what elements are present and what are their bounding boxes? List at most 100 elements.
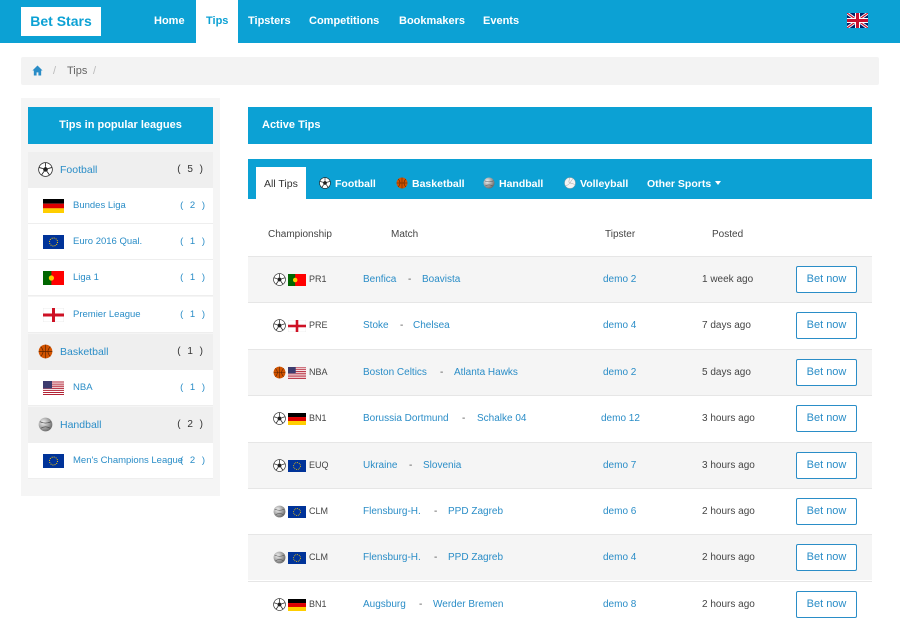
- brand-logo[interactable]: Bet Stars: [21, 7, 101, 36]
- home-team-link[interactable]: Boston Celtics: [363, 350, 427, 395]
- football-icon: [273, 412, 286, 425]
- home-icon[interactable]: [32, 65, 43, 76]
- usa-flag-icon: [43, 381, 64, 395]
- sidebar-league-label: Liga 1: [73, 272, 99, 283]
- tipster-link[interactable]: demo 4: [603, 535, 636, 580]
- nav-events[interactable]: Events: [473, 0, 529, 43]
- tab-basketball[interactable]: Basketball: [388, 167, 473, 199]
- breadcrumb-separator: /: [53, 65, 57, 77]
- tab-volleyball[interactable]: Volleyball: [556, 167, 636, 199]
- breadcrumb-separator: /: [93, 65, 97, 77]
- sidebar-league-label: Euro 2016 Qual.: [73, 236, 143, 247]
- bet-now-button[interactable]: Bet now: [796, 312, 857, 340]
- sidebar-league-premier-league[interactable]: Premier League ( 1 ): [28, 297, 213, 333]
- away-team-link[interactable]: PPD Zagreb: [448, 489, 503, 534]
- championship-code: EUQ: [309, 459, 329, 470]
- bet-now-button[interactable]: Bet now: [796, 498, 857, 525]
- basketball-icon: [273, 366, 286, 379]
- table-row: BN1 Augsburg - Werder Bremen demo 8 2 hours a…: [248, 580, 872, 620]
- england-flag-icon: [43, 308, 64, 322]
- tab-label: Other Sports: [647, 178, 712, 190]
- away-team-link[interactable]: Atlanta Hawks: [454, 350, 518, 395]
- home-team-link[interactable]: Borussia Dortmund: [363, 396, 449, 441]
- home-team-link[interactable]: Ukraine: [363, 443, 397, 488]
- nav-tipsters[interactable]: Tipsters: [238, 0, 301, 43]
- tab-label: All Tips: [264, 178, 298, 190]
- tipster-link[interactable]: demo 2: [603, 350, 636, 395]
- football-icon: [38, 162, 53, 177]
- posted-time: 1 week ago: [702, 274, 754, 285]
- sidebar-league-count: ( 1 ): [180, 236, 207, 247]
- column-header: Tipster: [605, 229, 636, 240]
- sidebar-sport-football[interactable]: Football ( 5 ): [28, 152, 213, 188]
- away-team-link[interactable]: Schalke 04: [477, 396, 526, 441]
- handball-icon: [38, 417, 53, 432]
- tab-handball[interactable]: Handball: [475, 167, 551, 199]
- home-team-link[interactable]: Flensburg-H.: [363, 535, 421, 580]
- tab-label: Volleyball: [580, 178, 629, 190]
- sidebar-league-nba[interactable]: NBA ( 1 ): [28, 370, 213, 406]
- away-team-link[interactable]: PPD Zagreb: [448, 535, 503, 580]
- away-team-link[interactable]: Boavista: [422, 257, 460, 302]
- away-team-link[interactable]: Slovenia: [423, 443, 461, 488]
- sidebar-league-label: Men's Champions League: [73, 455, 184, 466]
- bet-now-button[interactable]: Bet now: [796, 544, 857, 572]
- posted-time: 2 hours ago: [702, 506, 755, 517]
- portugal-flag-icon: [288, 274, 306, 286]
- championship-code: PRE: [309, 320, 328, 331]
- bet-now-button[interactable]: Bet now: [796, 590, 857, 618]
- football-icon: [273, 273, 286, 286]
- nav-tips[interactable]: Tips: [196, 0, 239, 43]
- tab-football[interactable]: Football: [311, 167, 384, 199]
- uk-flag-icon[interactable]: [847, 13, 868, 28]
- sidebar-league-bundesliga[interactable]: Bundes Liga ( 2 ): [28, 188, 213, 224]
- tipster-link[interactable]: demo 8: [603, 582, 636, 620]
- tipster-link[interactable]: demo 7: [603, 443, 636, 488]
- caret-down-icon: [715, 181, 722, 185]
- sidebar-league-euro2016[interactable]: Euro 2016 Qual. ( 1 ): [28, 224, 213, 260]
- column-header: Posted: [712, 229, 744, 240]
- sidebar-league-mens-champions-league[interactable]: Men's Champions League ( 2 ): [28, 443, 213, 479]
- match-separator: -: [400, 320, 404, 332]
- sidebar-sport-handball[interactable]: Handball ( 2 ): [28, 407, 213, 443]
- column-header: Match: [391, 229, 419, 240]
- posted-time: 5 days ago: [702, 366, 751, 378]
- sidebar-sport-basketball[interactable]: Basketball ( 1 ): [28, 334, 213, 370]
- football-icon: [273, 598, 286, 611]
- sidebar-sport-label: Basketball: [60, 346, 109, 358]
- germany-flag-icon: [288, 413, 306, 426]
- away-team-link[interactable]: Chelsea: [413, 303, 450, 348]
- tipster-link[interactable]: demo 2: [603, 257, 636, 302]
- tab-all-tips[interactable]: All Tips: [256, 167, 306, 199]
- tab-label: Handball: [499, 178, 544, 190]
- bet-now-button[interactable]: Bet now: [796, 405, 857, 433]
- sidebar-sport-count: ( 2 ): [177, 419, 205, 430]
- home-team-link[interactable]: Augsburg: [363, 582, 406, 620]
- tab-other-sports[interactable]: Other Sports: [639, 167, 729, 199]
- home-team-link[interactable]: Benfica: [363, 257, 396, 302]
- nav-competitions[interactable]: Competitions: [299, 0, 389, 43]
- nav-bookmakers[interactable]: Bookmakers: [389, 0, 475, 43]
- sidebar-league-label: Premier League: [73, 309, 141, 320]
- football-icon: [273, 319, 286, 333]
- handball-icon: [483, 177, 495, 189]
- basketball-icon: [396, 177, 408, 189]
- away-team-link[interactable]: Werder Bremen: [433, 582, 503, 620]
- sidebar-title: Tips in popular leagues: [28, 107, 213, 144]
- tipster-link[interactable]: demo 4: [603, 303, 636, 348]
- posted-time: 2 hours ago: [702, 598, 755, 610]
- bet-now-button[interactable]: Bet now: [796, 266, 857, 293]
- tipster-link[interactable]: demo 12: [601, 396, 640, 441]
- sidebar-sport-count: ( 5 ): [177, 164, 205, 175]
- sidebar-league-liga1[interactable]: Liga 1 ( 1 ): [28, 260, 213, 296]
- breadcrumb: / Tips /: [21, 57, 879, 85]
- column-header: Championship: [268, 229, 332, 240]
- bet-now-button[interactable]: Bet now: [796, 451, 857, 479]
- home-team-link[interactable]: Stoke: [363, 303, 389, 348]
- tipster-link[interactable]: demo 6: [603, 489, 636, 534]
- home-team-link[interactable]: Flensburg-H.: [363, 489, 421, 534]
- sidebar-sport-count: ( 1 ): [177, 346, 205, 357]
- nav-home[interactable]: Home: [144, 0, 195, 43]
- basketball-icon: [38, 344, 53, 359]
- bet-now-button[interactable]: Bet now: [796, 358, 857, 386]
